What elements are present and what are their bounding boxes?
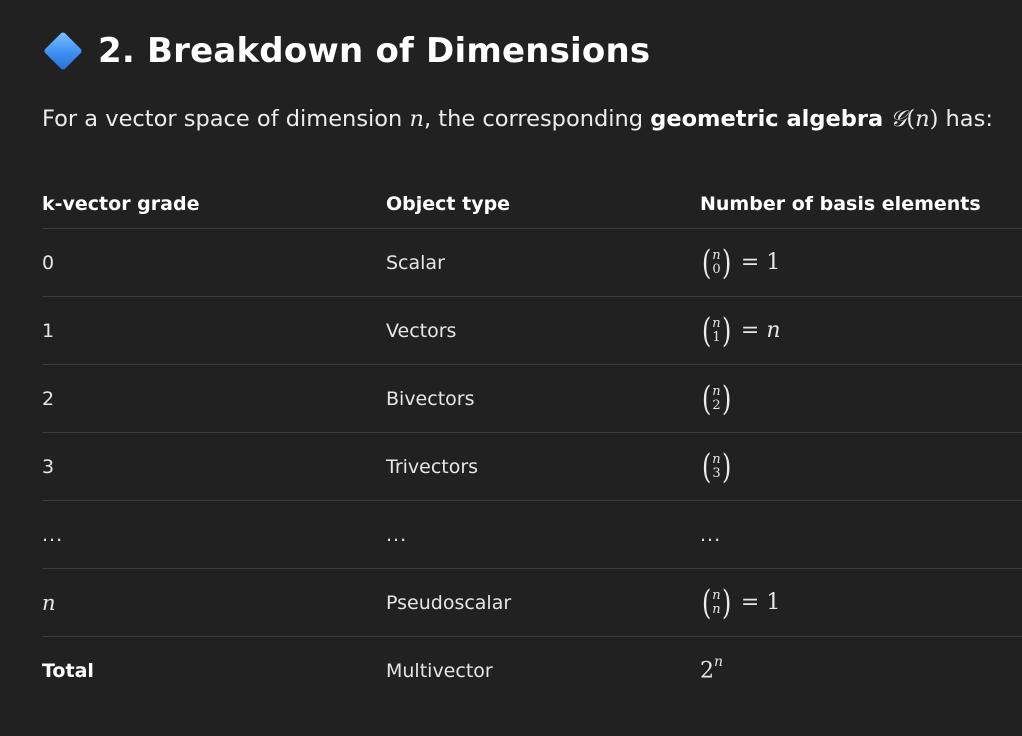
intro-text-1: For a vector space of dimension: [42, 106, 410, 132]
section-heading: 2. Breakdown of Dimensions: [42, 30, 650, 72]
intro-paragraph: For a vector space of dimension n, the c…: [42, 106, 1012, 132]
header-grade: k-vector grade: [42, 193, 200, 215]
binomial: (n 1): [701, 310, 731, 351]
table-row: 2 Bivectors (n 2): [42, 365, 1022, 433]
grade-cell: n: [42, 569, 382, 636]
type-cell: Pseudoscalar: [386, 591, 512, 614]
header-type: Object type: [386, 193, 511, 215]
binom-bottom: 3: [712, 465, 721, 481]
table-row: 0 Scalar (n 0) = 1: [42, 229, 1022, 297]
binom-bottom: 2: [712, 397, 721, 413]
table-row: ... ... ...: [42, 501, 1022, 569]
grade-cell: 1: [42, 319, 55, 342]
algebra-symbol: 𝒢: [890, 106, 907, 132]
binom-top: n: [712, 587, 721, 603]
binomial: (n 3): [701, 446, 731, 487]
type-cell: Bivectors: [386, 387, 475, 410]
table-row: 1 Vectors (n 1) = n: [42, 297, 1022, 365]
grade-cell: 3: [42, 455, 55, 478]
type-cell: Trivectors: [386, 455, 479, 478]
binom-top: n: [712, 383, 721, 399]
binomial: (n n): [701, 582, 731, 623]
intro-bold-term: geometric algebra: [650, 106, 884, 132]
equals-value: = n: [740, 318, 781, 343]
power-expression: 2n: [700, 654, 724, 684]
table-row: Total Multivector 2n: [42, 637, 1022, 704]
power-exponent: n: [714, 654, 724, 671]
count-cell: (n 3): [700, 433, 1022, 500]
equals-value: = 1: [740, 250, 781, 275]
binom-bottom: 0: [712, 261, 721, 277]
binom-bottom: 1: [712, 329, 721, 345]
algebra-open-paren: (: [906, 106, 916, 132]
grade-cell: 2: [42, 387, 55, 410]
blue-diamond-icon: [42, 30, 84, 72]
intro-text-2: , the corresponding: [423, 106, 651, 132]
grade-n: n: [42, 590, 56, 615]
header-count: Number of basis elements: [700, 193, 981, 215]
type-cell: Scalar: [386, 251, 445, 274]
count-cell: 2n: [700, 637, 1022, 704]
table-header-row: k-vector grade Object type Number of bas…: [42, 178, 1022, 229]
count-cell: (n 2): [700, 365, 1022, 432]
grade-cell: ...: [42, 523, 64, 546]
binomial: (n 2): [701, 378, 731, 419]
binom-top: n: [712, 315, 721, 331]
binom-top: n: [712, 247, 721, 263]
type-cell: Vectors: [386, 319, 457, 342]
equals-value: = 1: [740, 590, 781, 615]
count-cell: (n n) = 1: [700, 569, 1022, 636]
algebra-n: n: [915, 106, 930, 132]
grade-cell: Total: [42, 659, 94, 682]
type-cell: Multivector: [386, 659, 493, 682]
table-row: 3 Trivectors (n 3): [42, 433, 1022, 501]
section-title: 2. Breakdown of Dimensions: [98, 31, 651, 71]
power-base: 2: [700, 658, 714, 684]
table-row: n Pseudoscalar (n n) = 1: [42, 569, 1022, 637]
count-cell: (n 0) = 1: [700, 229, 1022, 296]
binom-top: n: [712, 451, 721, 467]
binomial: (n 0): [701, 242, 731, 283]
count-cell: ...: [700, 523, 722, 546]
binom-bottom: n: [712, 601, 721, 617]
count-cell: (n 1) = n: [700, 297, 1022, 364]
grade-cell: 0: [42, 251, 55, 274]
dimensions-table: k-vector grade Object type Number of bas…: [42, 178, 1022, 704]
type-cell: ...: [386, 523, 408, 546]
math-n: n: [409, 106, 424, 132]
intro-text-3: has:: [938, 106, 993, 132]
